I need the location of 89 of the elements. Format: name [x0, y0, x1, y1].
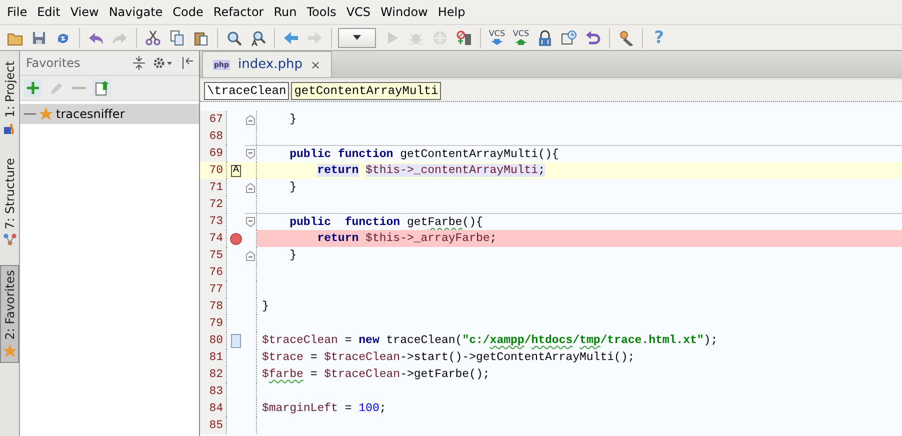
line-number: 83 — [200, 383, 227, 400]
code-line: public function getContentArrayMulti(){ — [288, 147, 559, 163]
line-number: 78 — [200, 298, 227, 315]
breakpoint-icon[interactable] — [230, 232, 242, 244]
line-number: 80 — [200, 332, 227, 349]
star-icon — [2, 344, 16, 358]
search-icon — [226, 30, 242, 46]
code-line: } — [288, 248, 297, 264]
code-line: return $this->_contentArrayMulti; — [316, 163, 545, 179]
menu-item[interactable]: VCS — [341, 2, 376, 22]
fold-icon[interactable] — [246, 182, 255, 192]
run-config-dropdown[interactable] — [338, 28, 376, 48]
pencil-icon — [48, 80, 64, 96]
code-line: } — [288, 112, 297, 128]
add-button[interactable] — [24, 79, 42, 97]
annotation-marker[interactable]: A — [230, 164, 241, 176]
menu-item[interactable]: Navigate — [104, 2, 168, 22]
tool-window-tab[interactable]: 2: Favorites — [0, 264, 19, 363]
line-number: 85 — [200, 417, 227, 434]
line-number: 67 — [200, 111, 227, 128]
menu-item[interactable]: Tools — [302, 2, 342, 22]
line-number: 74 — [200, 230, 227, 247]
fold-icon[interactable] — [246, 149, 255, 159]
star-icon — [39, 107, 53, 121]
line-number: 79 — [200, 315, 227, 332]
code-line: $trace = $traceClean->start()->getContentArrayMulti(); — [262, 350, 635, 366]
line-number: 84 — [200, 400, 227, 417]
settings-icon — [618, 30, 634, 46]
menu-item[interactable]: Run — [268, 2, 302, 22]
change-marker-icon — [231, 334, 241, 348]
collapse-icon[interactable] — [133, 56, 145, 70]
code-line: $traceClean = new traceClean("c:/xampp/htdocs/tmp/trace.html.xt"); — [262, 333, 718, 349]
find-replace-icon — [250, 30, 266, 46]
caret-icon — [353, 35, 361, 40]
line-number: 77 — [200, 281, 227, 298]
code-line: public function getFarbe(){ — [288, 215, 483, 231]
line-number: 72 — [200, 196, 227, 213]
download-arrow-button[interactable]: VCS — [485, 26, 509, 48]
menu-item[interactable]: Help — [432, 2, 470, 22]
gear-icon[interactable] — [153, 56, 173, 70]
code-line: $marginLeft = 100; — [262, 401, 386, 417]
copy-icon — [169, 30, 185, 46]
structure-icon — [2, 232, 16, 247]
upload-arrow-button[interactable]: VCS — [509, 26, 533, 48]
line-number: 75 — [200, 247, 227, 264]
code-line: } — [262, 299, 269, 315]
history-icon — [561, 30, 577, 46]
paste-icon — [193, 30, 209, 46]
project-icon — [2, 122, 16, 136]
fold-icon[interactable] — [246, 250, 255, 260]
line-number: 69 — [200, 145, 227, 162]
line-number: 71 — [200, 179, 227, 196]
lock-icon — [537, 30, 553, 46]
forward-arrow-icon — [307, 30, 323, 46]
code-line: } — [288, 180, 297, 196]
scissors-icon — [145, 30, 161, 46]
export-icon — [94, 80, 110, 96]
menu-item[interactable]: Refactor — [208, 2, 269, 22]
panel-title: Favorites — [26, 56, 82, 70]
back-arrow-icon — [283, 30, 299, 46]
close-icon[interactable]: × — [310, 58, 321, 72]
menu-item[interactable]: Edit — [32, 2, 66, 22]
code-line: return $this->_arrayFarbe; — [316, 231, 497, 247]
add-icon — [25, 80, 41, 96]
line-number: 81 — [200, 349, 227, 366]
line-number: 73 — [200, 213, 227, 230]
export-button[interactable] — [93, 79, 111, 97]
tree-line — [24, 112, 36, 116]
revert-arrow-icon — [585, 30, 601, 46]
menu-item[interactable]: View — [65, 2, 104, 22]
menu-item[interactable]: Window — [376, 2, 433, 22]
fold-icon[interactable] — [246, 114, 255, 124]
upload-arrow-icon — [513, 38, 529, 46]
code-line: $farbe = $traceClean->getFarbe(); — [262, 367, 490, 383]
menu-item[interactable]: Code — [168, 2, 208, 22]
tree-item[interactable]: tracesniffer — [20, 104, 199, 124]
download-arrow-icon — [489, 38, 505, 46]
line-number: 82 — [200, 366, 227, 383]
tool-window-tab[interactable]: 7: Structure — [0, 154, 19, 251]
breadcrumb[interactable]: \traceClean — [204, 82, 290, 100]
tool-window-tab[interactable]: 1: Project — [0, 57, 19, 140]
stop-debug-icon — [456, 30, 472, 46]
line-number: 76 — [200, 264, 227, 281]
menu-item[interactable]: File — [2, 2, 32, 22]
remove-icon — [72, 86, 86, 90]
save-icon — [31, 30, 47, 46]
fold-icon[interactable] — [246, 217, 255, 227]
breadcrumb[interactable]: getContentArrayMulti — [291, 82, 442, 100]
line-number: 68 — [200, 128, 227, 145]
